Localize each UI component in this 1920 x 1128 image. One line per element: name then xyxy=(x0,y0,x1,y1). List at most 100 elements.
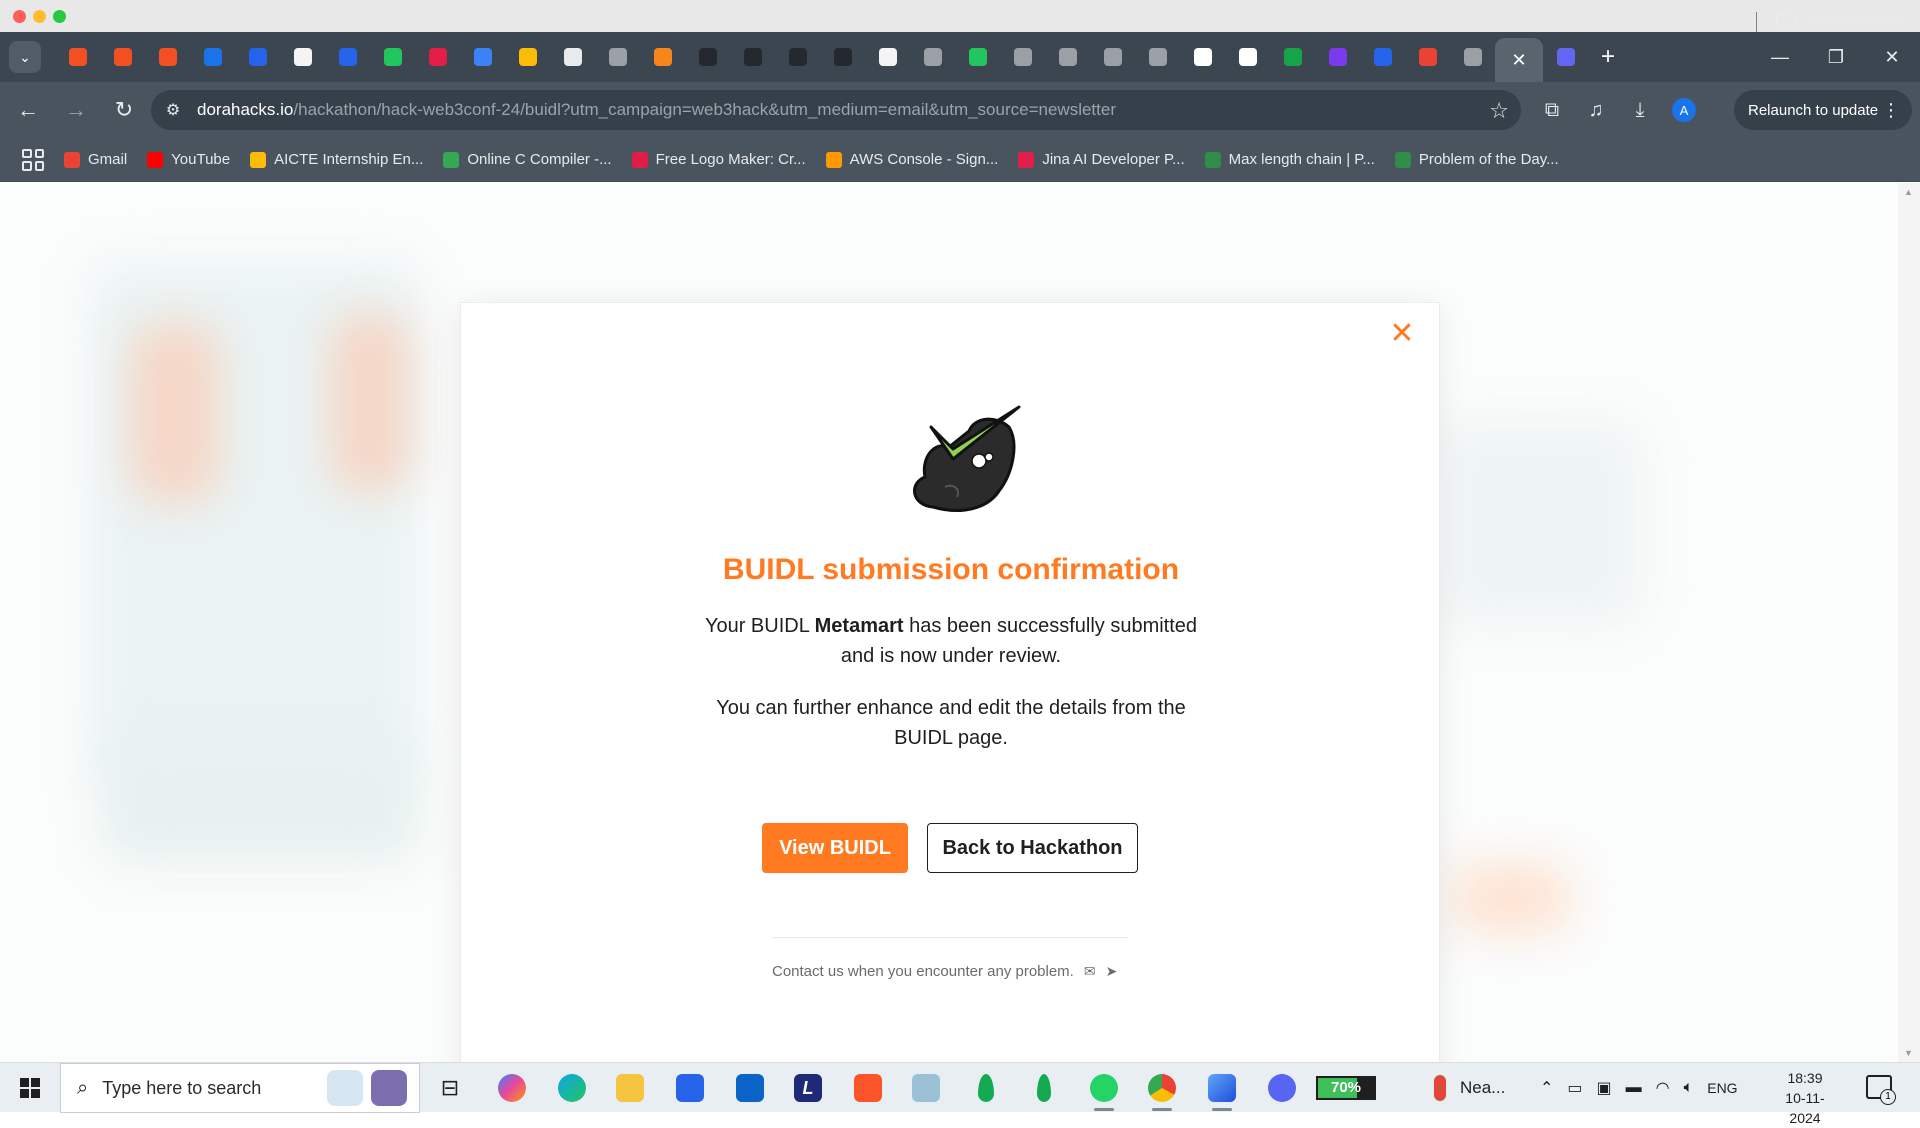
media-control-icon[interactable]: ♫ xyxy=(1574,90,1618,130)
browser-tab[interactable] xyxy=(1045,32,1090,82)
copilot-icon[interactable] xyxy=(490,1068,534,1108)
browser-tab[interactable] xyxy=(1180,32,1225,82)
browser-tab[interactable] xyxy=(505,32,550,82)
edge-icon[interactable] xyxy=(550,1068,594,1108)
weather-widget[interactable]: Nea... xyxy=(1434,1075,1505,1101)
close-tab-icon[interactable]: ✕ xyxy=(1511,50,1526,71)
minimize-window-dot[interactable] xyxy=(33,10,46,23)
browser-tab[interactable] xyxy=(640,32,685,82)
notes-app-icon[interactable] xyxy=(904,1068,948,1108)
file-explorer-icon[interactable] xyxy=(608,1068,652,1108)
email-icon[interactable]: ✉ xyxy=(1084,963,1096,980)
photos-icon[interactable] xyxy=(1200,1068,1244,1111)
mongodb-compass-icon[interactable] xyxy=(964,1068,1008,1108)
telegram-icon[interactable]: ➤ xyxy=(1106,963,1118,980)
minimize-icon[interactable]: — xyxy=(1752,32,1808,82)
browser-tab[interactable] xyxy=(685,32,730,82)
language-indicator[interactable]: ENG xyxy=(1707,1080,1737,1096)
browser-tab[interactable] xyxy=(1270,32,1315,82)
extensions-icon[interactable]: ⧉ xyxy=(1530,90,1574,130)
reload-button[interactable]: ↻ xyxy=(104,90,144,130)
browser-tab[interactable] xyxy=(550,32,595,82)
scroll-down-arrow[interactable]: ▼ xyxy=(1904,1048,1913,1058)
bookmark-star-icon[interactable]: ☆ xyxy=(1489,98,1509,124)
active-tab[interactable]: ✕ xyxy=(1495,38,1543,82)
bookmark-item[interactable]: Max length chain | P... xyxy=(1204,151,1375,168)
clock[interactable]: 18:39 10-11-2024 xyxy=(1770,1068,1840,1128)
back-to-hackathon-button[interactable]: Back to Hackathon xyxy=(927,823,1138,873)
browser-tab[interactable] xyxy=(1090,32,1135,82)
browser-tab[interactable] xyxy=(370,32,415,82)
discord-icon[interactable] xyxy=(1260,1068,1304,1108)
bookmark-item[interactable]: Gmail xyxy=(64,151,127,168)
relaunch-button[interactable]: Relaunch to update ⋮ xyxy=(1734,90,1912,130)
show-hidden-icons-icon[interactable]: ⌃ xyxy=(1540,1078,1553,1098)
kebab-menu-icon[interactable]: ⋮ xyxy=(1882,100,1900,121)
bookmark-item[interactable]: Online C Compiler -... xyxy=(443,151,612,168)
browser-tab[interactable] xyxy=(235,32,280,82)
browser-tab[interactable] xyxy=(820,32,865,82)
display-icon[interactable]: ▣ xyxy=(1597,1078,1612,1098)
browser-tab[interactable] xyxy=(1405,32,1450,82)
bookmark-item[interactable]: AICTE Internship En... xyxy=(250,151,423,168)
taskbar-search-box[interactable]: ⌕ Type here to search xyxy=(60,1063,420,1113)
more-bookmarks-icon[interactable]: » xyxy=(1716,12,1726,33)
wifi-icon[interactable]: ◠ xyxy=(1656,1078,1670,1098)
browser-tab[interactable] xyxy=(955,32,1000,82)
notification-center-icon[interactable]: 1 xyxy=(1866,1075,1896,1105)
url-text[interactable]: dorahacks.io/hackathon/hack-web3conf-24/… xyxy=(197,100,1116,120)
tab-search-button[interactable]: ⌄ xyxy=(9,41,41,73)
browser-tab[interactable] xyxy=(145,32,190,82)
browser-tab[interactable] xyxy=(460,32,505,82)
scroll-up-arrow[interactable]: ▲ xyxy=(1904,187,1913,197)
bookmark-item[interactable]: Problem of the Day... xyxy=(1394,151,1559,168)
browser-tab[interactable] xyxy=(595,32,640,82)
forward-button[interactable]: → xyxy=(56,90,96,130)
restore-icon[interactable]: ❐ xyxy=(1808,32,1864,82)
mongodb-icon[interactable] xyxy=(1022,1068,1066,1108)
apps-grid-icon[interactable] xyxy=(22,148,44,171)
chrome-icon[interactable] xyxy=(1140,1068,1184,1111)
browser-tab[interactable] xyxy=(910,32,955,82)
close-window-dot[interactable] xyxy=(13,10,26,23)
browser-tab[interactable] xyxy=(415,32,460,82)
zoom-window-dot[interactable] xyxy=(53,10,66,23)
browser-tab[interactable] xyxy=(280,32,325,82)
browser-tab[interactable] xyxy=(730,32,775,82)
battery-indicator[interactable]: 70% xyxy=(1316,1076,1376,1100)
microsoft-store-icon[interactable] xyxy=(668,1068,712,1108)
profile-button[interactable]: A xyxy=(1662,90,1706,130)
dialog-close-icon[interactable]: ✕ xyxy=(1387,319,1417,349)
browser-tab[interactable] xyxy=(775,32,820,82)
browser-tab[interactable] xyxy=(325,32,370,82)
browser-tab[interactable] xyxy=(1000,32,1045,82)
browser-tab[interactable] xyxy=(190,32,235,82)
close-icon[interactable]: ✕ xyxy=(1864,32,1920,82)
browser-tab[interactable] xyxy=(1135,32,1180,82)
browser-tab[interactable] xyxy=(1315,32,1360,82)
meet-now-icon[interactable]: ▭ xyxy=(1567,1078,1582,1098)
battery-icon[interactable]: ▬ xyxy=(1626,1079,1642,1097)
bookmark-item[interactable]: Jina AI Developer P... xyxy=(1018,151,1185,168)
site-info-icon[interactable]: ⚙ xyxy=(161,98,185,122)
task-view-icon[interactable]: ⊟ xyxy=(428,1068,472,1108)
browser-tab[interactable] xyxy=(1450,32,1495,82)
view-buidl-button[interactable]: View BUIDL xyxy=(762,823,908,873)
browser-tab[interactable] xyxy=(55,32,100,82)
browser-tab[interactable] xyxy=(1360,32,1405,82)
new-tab-button[interactable]: + xyxy=(1588,37,1628,77)
start-button[interactable] xyxy=(0,1063,60,1113)
browser-tab[interactable] xyxy=(100,32,145,82)
letter-l-app-icon[interactable]: L xyxy=(786,1068,830,1108)
volume-icon[interactable]: 🔈︎ xyxy=(1684,1079,1694,1097)
browser-tab[interactable] xyxy=(865,32,910,82)
outlook-icon[interactable] xyxy=(728,1068,772,1108)
bookmark-item[interactable]: AWS Console - Sign... xyxy=(825,151,998,168)
address-bar[interactable]: ⚙ dorahacks.io/hackathon/hack-web3conf-2… xyxy=(151,90,1521,130)
bookmark-item[interactable]: YouTube xyxy=(147,151,230,168)
bookmark-item[interactable]: Free Logo Maker: Cr... xyxy=(631,151,806,168)
browser-tab[interactable] xyxy=(1225,32,1270,82)
page-scrollbar[interactable]: ▲ ▼ xyxy=(1898,183,1920,1062)
downloads-icon[interactable]: ⤓ xyxy=(1618,90,1662,130)
whatsapp-icon[interactable] xyxy=(1082,1068,1126,1111)
